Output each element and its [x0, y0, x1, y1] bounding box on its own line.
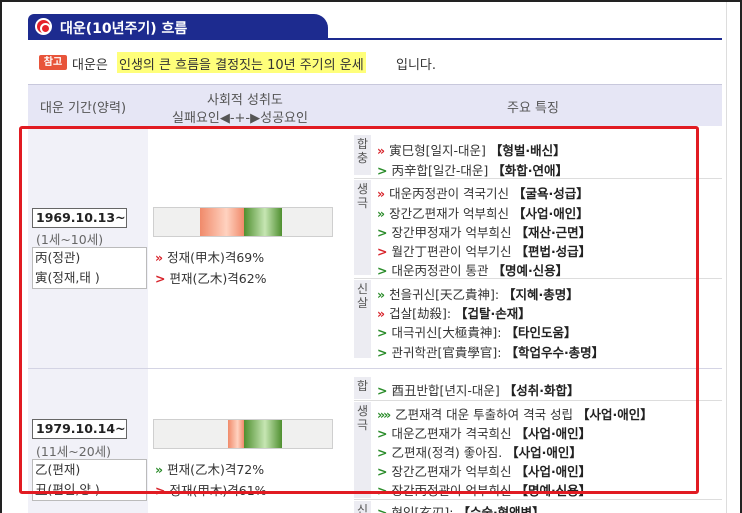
vertical-scrollbar[interactable]: [726, 2, 740, 513]
highlight-outline: [19, 126, 699, 494]
header-feature: 주요 특징: [507, 101, 559, 116]
header-social: 사회적 성취도: [207, 93, 283, 108]
note-highlight: 인생의 큰 흐름을 결정짓는 10년 주기의 운세: [117, 52, 366, 73]
note-badge: 참고: [39, 55, 67, 70]
content-frame: 대운(10년주기) 흐름 참고 대운은 인생의 큰 흐름을 결정짓는 10년 주…: [0, 0, 742, 513]
section-title: 대운(10년주기) 흐름: [60, 21, 188, 37]
chevron-icon: >: [377, 505, 388, 513]
header-period: 대운 기간(양력): [40, 101, 127, 116]
note-text-prefix: 대운은: [72, 58, 108, 73]
group-divider: [354, 499, 722, 500]
category-label: 신: [354, 501, 371, 513]
table-header: [28, 84, 722, 126]
target-icon: [35, 18, 52, 35]
title-underline: [28, 38, 722, 40]
feature-item: > 현인[玄刃]: 【수술·형액변】: [377, 502, 545, 513]
note-text-suffix: 입니다.: [396, 58, 437, 73]
header-scale: 실패요인◀-+-▶성공요인: [172, 111, 308, 126]
